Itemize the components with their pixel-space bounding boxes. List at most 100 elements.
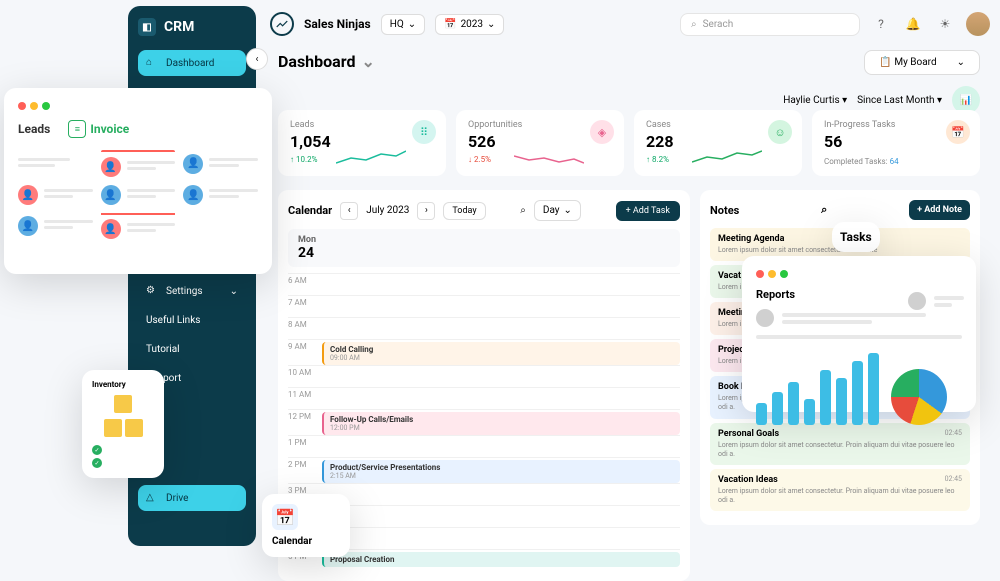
add-task-button[interactable]: + Add Task <box>616 201 680 221</box>
inventory-popup: Inventory ✓ ✓ <box>82 370 164 478</box>
time-label: 10 AM <box>288 368 314 377</box>
lead-item[interactable] <box>18 150 93 177</box>
user-avatar[interactable] <box>966 12 990 36</box>
bar <box>820 370 831 425</box>
help-button[interactable]: ? <box>870 13 892 35</box>
chevron-down-icon: ⌄ <box>957 57 965 68</box>
bar <box>852 361 863 425</box>
lead-item[interactable]: 👤 <box>101 185 176 205</box>
notifications-button[interactable]: 🔔 <box>902 13 924 35</box>
inventory-title: Inventory <box>92 380 154 389</box>
sidebar-label: Drive <box>166 493 188 504</box>
search-input[interactable]: ⌕ Serach <box>680 13 860 36</box>
maximize-icon[interactable] <box>42 102 50 110</box>
chevron-down-icon[interactable]: ⌄ <box>361 52 374 71</box>
lead-item[interactable]: 👤 <box>101 213 176 239</box>
users-icon: ⠿ <box>412 120 436 144</box>
gear-icon: ⚙ <box>146 285 158 297</box>
time-slot[interactable]: 11 AM <box>288 387 680 409</box>
range-filter[interactable]: Since Last Month ▾ <box>857 95 942 106</box>
calendar-month: July 2023 <box>366 205 409 216</box>
sidebar-item-useful-links[interactable]: Useful Links <box>138 308 246 333</box>
sidebar-item-tutorial[interactable]: Tutorial <box>138 337 246 362</box>
lead-item[interactable]: 👤 <box>183 185 258 205</box>
board-select[interactable]: 📋 My Board ⌄ <box>864 50 980 75</box>
time-slot[interactable]: 2 PMProduct/Service Presentations2:15 AM <box>288 457 680 483</box>
add-note-button[interactable]: + Add Note <box>909 200 970 220</box>
team-name: Sales Ninjas <box>304 17 371 31</box>
note-item[interactable]: Vacation IdeasLorem ipsum dolor sit amet… <box>710 469 970 511</box>
report-row <box>908 292 964 310</box>
chevron-down-icon: ⌄ <box>487 19 495 30</box>
leads-popup: Leads ≡ Invoice 👤 👤 👤 👤 👤 👤 👤 <box>4 88 272 274</box>
time-slot[interactable]: 8 AM <box>288 317 680 339</box>
view-select[interactable]: Day ⌄ <box>534 200 581 221</box>
search-icon[interactable]: ⌕ <box>520 205 526 216</box>
lead-item[interactable]: 👤 <box>183 150 258 177</box>
time-slot[interactable]: 1 PM <box>288 435 680 457</box>
time-slot[interactable]: 7 AM <box>288 295 680 317</box>
minimize-icon[interactable] <box>30 102 38 110</box>
lead-item[interactable]: 👤 <box>101 150 176 177</box>
person-icon: 👤 <box>101 185 121 205</box>
inventory-boxes <box>92 395 154 437</box>
day-header: Mon 24 <box>288 229 680 267</box>
search-placeholder: Serach <box>703 19 734 30</box>
calendar-event[interactable]: Product/Service Presentations2:15 AM <box>322 460 680 483</box>
bar <box>804 399 815 425</box>
tasks-title: Tasks <box>840 230 872 244</box>
time-label: 11 AM <box>288 390 314 399</box>
sidebar-drive-button[interactable]: △ Drive <box>138 485 246 511</box>
sidebar-item-dashboard[interactable]: ⌂ Dashboard <box>138 50 246 76</box>
lead-item[interactable]: 👤 <box>18 185 93 205</box>
lead-item[interactable]: 👤 <box>18 213 93 239</box>
sidebar-label: Settings <box>166 286 203 297</box>
chevron-down-icon: ⌄ <box>230 286 238 297</box>
person-icon <box>908 292 926 310</box>
theme-toggle-button[interactable]: ☀ <box>934 13 956 35</box>
tab-invoice[interactable]: ≡ Invoice <box>68 120 129 138</box>
calendar-event[interactable]: Cold Calling09:00 AM <box>322 342 680 365</box>
box-icon <box>125 419 143 437</box>
sidebar-item-settings[interactable]: ⚙ Settings ⌄ <box>138 278 246 304</box>
logo-icon: ◧ <box>138 18 156 36</box>
location-select[interactable]: HQ ⌄ <box>381 14 425 35</box>
year-select[interactable]: 📅 2023 ⌄ <box>435 14 504 35</box>
headset-icon: ☺ <box>768 120 792 144</box>
kpi-opportunities[interactable]: Opportunities 526 ↓ 2.5% ◈ <box>456 110 624 176</box>
prev-month-button[interactable]: ‹ <box>340 202 358 220</box>
calendar-event[interactable]: Follow-Up Calls/Emails12:00 PM <box>322 412 680 435</box>
time-slot[interactable]: 9 AMCold Calling09:00 AM <box>288 339 680 365</box>
search-icon[interactable]: ⌕ <box>821 203 827 217</box>
calendar-event[interactable]: Proposal Creation <box>322 552 680 567</box>
note-item[interactable]: Personal GoalsLorem ipsum dolor sit amet… <box>710 423 970 465</box>
app-logo: ◧ CRM <box>138 18 246 36</box>
close-icon[interactable] <box>18 102 26 110</box>
time-slot[interactable]: 6 AM <box>288 273 680 295</box>
user-filter[interactable]: Haylie Curtis ▾ <box>783 95 847 106</box>
calendar-popup-title: Calendar <box>272 536 340 547</box>
search-icon: ⌕ <box>691 19 697 30</box>
sparkline <box>514 148 584 168</box>
kpi-cases[interactable]: Cases 228 ↑ 8.2% ☺ <box>634 110 802 176</box>
minimize-icon[interactable] <box>768 270 776 278</box>
bar <box>868 353 879 425</box>
time-slot[interactable]: 10 AM <box>288 365 680 387</box>
next-month-button[interactable]: › <box>417 202 435 220</box>
time-slot[interactable]: 12 PMFollow-Up Calls/Emails12:00 PM <box>288 409 680 435</box>
topbar: Sales Ninjas HQ ⌄ 📅 2023 ⌄ ⌕ Serach ? 🔔 … <box>270 8 990 40</box>
maximize-icon[interactable] <box>780 270 788 278</box>
drive-icon: △ <box>146 492 158 504</box>
today-button[interactable]: Today <box>443 202 485 220</box>
kpi-leads[interactable]: Leads 1,054 ↑ 10.2% ⠿ <box>278 110 446 176</box>
person-icon: 👤 <box>101 219 121 239</box>
kpi-tasks[interactable]: In-Progress Tasks 56 Completed Tasks: 64… <box>812 110 980 176</box>
calendar-title: Calendar <box>288 204 332 217</box>
tab-leads[interactable]: Leads <box>18 122 50 136</box>
sidebar-collapse-button[interactable]: ‹ <box>246 48 268 70</box>
person-icon <box>756 309 774 327</box>
window-controls <box>756 270 962 278</box>
calendar-icon: 📅 <box>272 504 298 530</box>
close-icon[interactable] <box>756 270 764 278</box>
person-icon: 👤 <box>18 185 38 205</box>
